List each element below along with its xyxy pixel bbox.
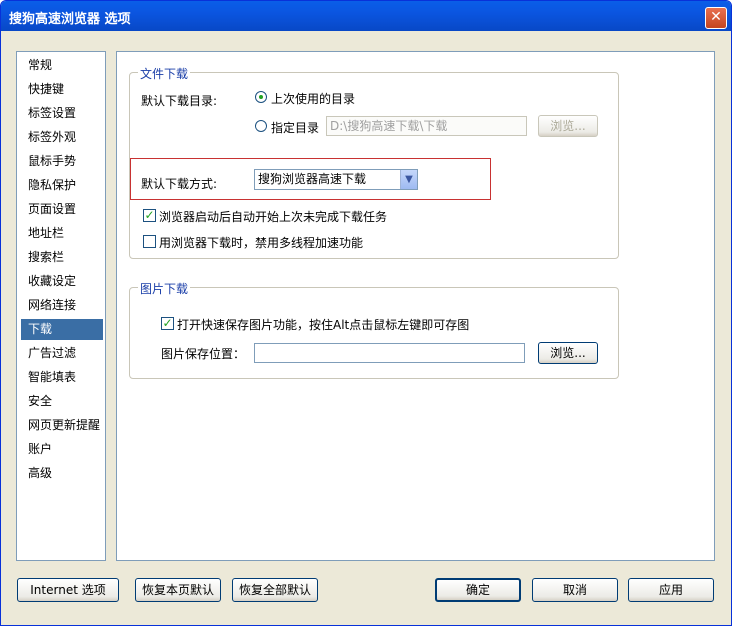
file-download-legend: 文件下载	[138, 65, 191, 82]
radio-last-used-dir[interactable]	[255, 91, 267, 103]
checkbox-resume-label[interactable]: 浏览器启动后自动开始上次未完成下载任务	[159, 208, 387, 225]
apply-button[interactable]: 应用	[628, 578, 714, 602]
download-method-label: 默认下载方式:	[141, 177, 218, 191]
sidebar-item-tab-appearance[interactable]: 标签外观	[21, 127, 103, 148]
ok-button[interactable]: 确定	[435, 578, 521, 602]
sidebar-item-advanced[interactable]: 高级	[21, 463, 103, 484]
download-method-value: 搜狗浏览器高速下载	[258, 172, 367, 186]
checkbox-resume-downloads[interactable]: ✓	[143, 209, 156, 222]
sidebar-item-ad-filter[interactable]: 广告过滤	[21, 343, 103, 364]
sidebar-item-security[interactable]: 安全	[21, 391, 103, 412]
download-dir-input[interactable]: D:\搜狗高速下载\下载	[326, 116, 527, 136]
chevron-down-icon[interactable]: ▼	[400, 170, 417, 189]
sidebar-item-shortcuts[interactable]: 快捷键	[21, 79, 103, 100]
browse-image-button[interactable]: 浏览...	[538, 342, 598, 364]
image-save-location-input[interactable]	[254, 343, 525, 363]
sidebar-item-search-bar[interactable]: 搜索栏	[21, 247, 103, 268]
category-list: 常规 快捷键 标签设置 标签外观 鼠标手势 隐私保护 页面设置 地址栏 搜索栏 …	[16, 51, 106, 561]
download-method-select[interactable]: 搜狗浏览器高速下载 ▼	[254, 169, 418, 190]
image-download-legend: 图片下载	[138, 280, 191, 297]
checkbox-disable-multithread[interactable]	[143, 235, 156, 248]
sidebar-item-page-settings[interactable]: 页面设置	[21, 199, 103, 220]
settings-panel: 文件下载 默认下载目录: 上次使用的目录 指定目录 D:\搜狗高速下载\下载 浏…	[116, 51, 715, 561]
checkbox-disable-multithread-label[interactable]: 用浏览器下载时，禁用多线程加速功能	[159, 234, 363, 251]
sidebar-item-autofill[interactable]: 智能填表	[21, 367, 103, 388]
radio-last-used-label[interactable]: 上次使用的目录	[271, 90, 355, 107]
checkbox-quick-save-image[interactable]: ✓	[161, 317, 174, 330]
sidebar-item-privacy[interactable]: 隐私保护	[21, 175, 103, 196]
sidebar-item-favorites[interactable]: 收藏设定	[21, 271, 103, 292]
sidebar-item-general[interactable]: 常规	[21, 55, 103, 76]
restore-page-defaults-button[interactable]: 恢复本页默认	[135, 578, 221, 602]
title-bar[interactable]: 搜狗高速浏览器 选项 ✕	[1, 1, 731, 31]
internet-options-button[interactable]: Internet 选项	[17, 578, 119, 602]
window-title: 搜狗高速浏览器 选项	[9, 12, 131, 27]
browse-dir-button[interactable]: 浏览...	[538, 115, 598, 137]
cancel-button[interactable]: 取消	[532, 578, 618, 602]
sidebar-item-download[interactable]: 下载	[21, 319, 103, 340]
sidebar-item-page-update[interactable]: 网页更新提醒	[21, 415, 103, 436]
checkbox-quick-save-label[interactable]: 打开快速保存图片功能，按住Alt点击鼠标左键即可存图	[177, 316, 469, 333]
radio-specify-label[interactable]: 指定目录	[271, 119, 319, 136]
restore-all-defaults-button[interactable]: 恢复全部默认	[232, 578, 318, 602]
sidebar-item-account[interactable]: 账户	[21, 439, 103, 460]
close-icon[interactable]: ✕	[705, 7, 727, 29]
sidebar-item-tab-settings[interactable]: 标签设置	[21, 103, 103, 124]
default-dir-label: 默认下载目录:	[141, 94, 218, 108]
radio-specify-dir[interactable]	[255, 120, 267, 132]
options-dialog: 搜狗高速浏览器 选项 ✕ 常规 快捷键 标签设置 标签外观 鼠标手势 隐私保护 …	[0, 0, 732, 626]
image-save-location-label: 图片保存位置：	[161, 347, 246, 361]
sidebar-item-network[interactable]: 网络连接	[21, 295, 103, 316]
sidebar-item-address-bar[interactable]: 地址栏	[21, 223, 103, 244]
image-download-group: 图片下载	[129, 280, 619, 379]
sidebar-item-mouse-gestures[interactable]: 鼠标手势	[21, 151, 103, 172]
